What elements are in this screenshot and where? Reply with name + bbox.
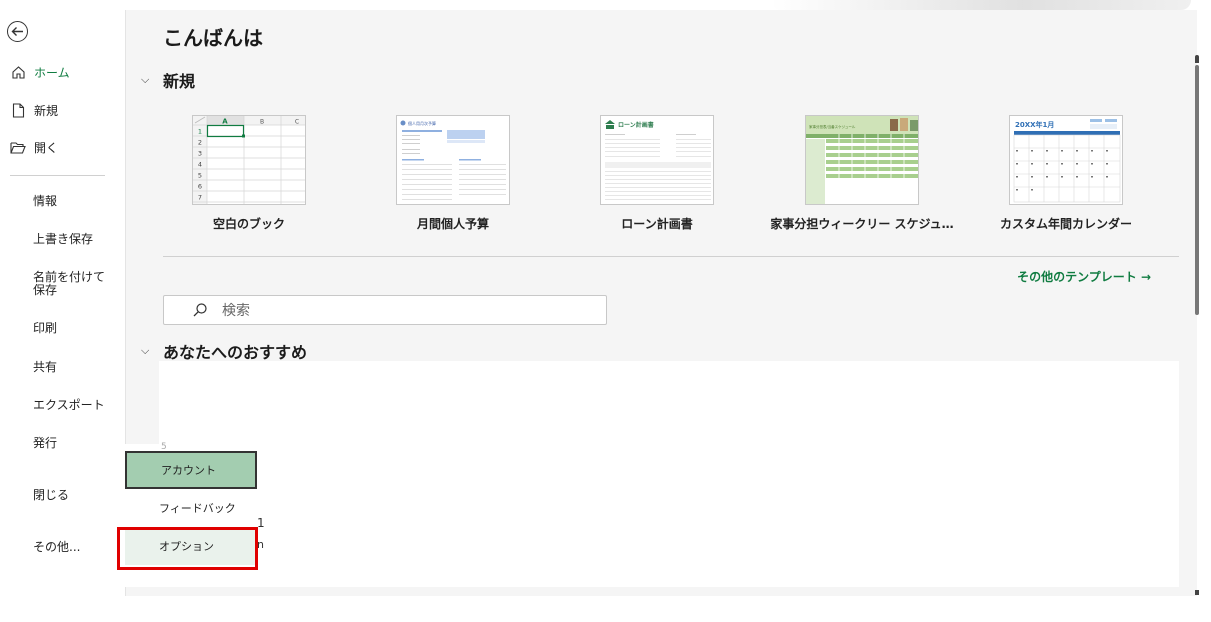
sidebar-item-more[interactable]: その他... — [33, 541, 80, 554]
template-label: 空白のブック — [212, 217, 285, 231]
underlying-text: 1 — [257, 516, 265, 530]
menu-item-account[interactable]: アカウント — [125, 451, 257, 489]
new-section-header[interactable]: ⌵ 新規 — [141, 68, 195, 92]
sidebar-divider — [10, 175, 105, 176]
sidebar-item-share[interactable]: 共有 — [33, 361, 57, 374]
grid-row-header: 6 — [198, 183, 202, 191]
template-blank-workbook[interactable]: A B C 1 2 3 4 5 6 7 空白のブック — [154, 115, 344, 232]
grid-row-header: 2 — [198, 139, 202, 147]
thumb-title: 個人用月次予算 — [408, 120, 436, 126]
template-thumbnail: 20XX年1月 — [1009, 115, 1123, 205]
open-folder-icon — [10, 139, 26, 155]
sidebar-item-label: 開く — [34, 140, 59, 155]
recommend-section-header[interactable]: ⌵ あなたへのおすすめ — [141, 339, 307, 363]
section-divider — [163, 256, 1179, 257]
sidebar-item-info[interactable]: 情報 — [33, 195, 57, 208]
template-thumbnail: ローン計画書 — [600, 115, 714, 205]
recommendations-panel — [159, 361, 1179, 587]
home-icon — [10, 64, 26, 80]
template-monthly-budget[interactable]: 個人用月次予算 月間個人予算 — [358, 115, 548, 232]
grid-col-header: A — [222, 118, 228, 126]
new-section-title: 新規 — [163, 72, 196, 91]
grid-row-header: 7 — [198, 194, 202, 202]
recommend-section-title: あなたへのおすすめ — [163, 343, 308, 362]
sidebar-item-publish[interactable]: 発行 — [33, 437, 57, 450]
template-label: 家事分担ウィークリー スケジュ… — [770, 217, 954, 231]
template-label: 月間個人予算 — [416, 217, 489, 231]
grid-row-header: 3 — [198, 150, 202, 158]
sidebar-item-print[interactable]: 印刷 — [33, 322, 57, 335]
sidebar-item-export[interactable]: エクスポート — [33, 399, 105, 412]
search-icon — [192, 302, 208, 318]
back-arrow-icon[interactable] — [7, 21, 28, 42]
grid-row-header: 4 — [198, 161, 202, 169]
grid-row-header: 5 — [198, 172, 202, 180]
vertical-scrollbar[interactable] — [1195, 55, 1199, 595]
chevron-down-icon: ⌵ — [141, 344, 150, 357]
main-panel: こんばんは ⌵ 新規 A B C 1 2 3 4 5 6 7 空白のブック 個人… — [125, 10, 1197, 596]
more-templates-link[interactable]: その他のテンプレート → — [1017, 268, 1151, 285]
sidebar-item-home[interactable]: ホーム — [0, 57, 125, 87]
options-highlight — [117, 527, 258, 570]
search-input[interactable]: 検索 — [163, 295, 607, 325]
menu-item-label: アカウント — [161, 464, 216, 477]
thumb-title: 20XX年1月 — [1015, 120, 1054, 129]
sidebar-item-save[interactable]: 上書き保存 — [33, 233, 93, 246]
template-thumbnail: 家事分担表/当番スケジュール — [805, 115, 919, 205]
scroll-down-arrow[interactable] — [1195, 590, 1199, 595]
sidebar-item-label: 新規 — [34, 103, 59, 118]
thumb-title: 家事分担表/当番スケジュール — [809, 124, 856, 129]
menu-item-feedback[interactable]: フィードバック — [125, 489, 257, 527]
header-decoration — [771, 0, 1191, 10]
scroll-up-arrow[interactable] — [1195, 55, 1199, 63]
underlying-text: 5 — [161, 442, 167, 452]
sidebar-item-open[interactable]: 開く — [0, 132, 125, 162]
grid-col-header: C — [295, 119, 299, 126]
scrollbar-thumb[interactable] — [1195, 65, 1199, 315]
template-label: カスタム年間カレンダー — [999, 217, 1132, 231]
sidebar-item-new[interactable]: 新規 — [0, 95, 125, 125]
grid-col-header: B — [260, 119, 264, 126]
title-strip — [0, 0, 1211, 10]
template-thumbnail: A B C 1 2 3 4 5 6 7 — [192, 115, 306, 205]
template-yearly-calendar[interactable]: 20XX年1月 カスタム年間カレンダー — [971, 115, 1161, 232]
new-document-icon — [10, 102, 26, 118]
sidebar-item-label: ホーム — [34, 65, 70, 80]
template-label: ローン計画書 — [621, 217, 693, 231]
sidebar-item-close[interactable]: 閉じる — [33, 489, 69, 502]
greeting-heading: こんばんは — [163, 26, 263, 50]
underlying-text: n — [257, 538, 264, 551]
excel-backstage: ホーム 新規 開く 情報 上書き保存 名前を付けて保存 印刷 共有 エクスポート… — [0, 0, 1211, 622]
template-loan-planner[interactable]: ローン計画書 ローン計画書 — [562, 115, 752, 232]
menu-item-label: フィードバック — [159, 502, 236, 515]
sidebar: ホーム 新規 開く 情報 上書き保存 名前を付けて保存 印刷 共有 エクスポート… — [0, 0, 125, 596]
template-thumbnail: 個人用月次予算 — [396, 115, 510, 205]
chevron-down-icon: ⌵ — [141, 73, 150, 86]
grid-row-header: 1 — [198, 128, 202, 136]
sidebar-item-save-as[interactable]: 名前を付けて保存 — [33, 271, 111, 297]
search-placeholder: 検索 — [222, 303, 250, 319]
template-chore-schedule[interactable]: 家事分担表/当番スケジュール 家事分担ウィークリー スケジュ… — [767, 115, 957, 232]
thumb-title: ローン計画書 — [618, 121, 654, 129]
